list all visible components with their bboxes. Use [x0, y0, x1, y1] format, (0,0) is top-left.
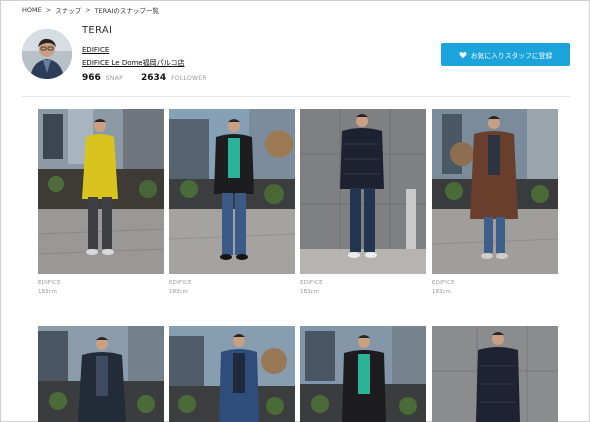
snap-height: 183cm: [300, 289, 319, 295]
profile-stats: 966 SNAP 2634 FOLLOWER: [82, 73, 207, 83]
snap-card[interactable]: EDIFICE 183cm: [300, 109, 426, 295]
snap-height: 183cm: [432, 289, 451, 295]
snap-card[interactable]: [432, 326, 558, 422]
heart-icon: [459, 51, 467, 58]
snap-photo[interactable]: [300, 326, 426, 422]
breadcrumb-separator: >: [85, 6, 91, 14]
snap-brand: EDIFICE: [169, 280, 192, 286]
shop-link[interactable]: EDIFICE Le Dome福岡パルコ店: [82, 58, 184, 68]
snap-photo[interactable]: [169, 326, 295, 422]
snap-count: 966: [82, 73, 101, 83]
snap-photo[interactable]: [300, 109, 426, 274]
snap-card[interactable]: [169, 326, 295, 422]
brand-link[interactable]: EDIFICE: [82, 46, 109, 54]
breadcrumb: HOME > スナップ > TERAIのスナップ一覧: [22, 5, 159, 15]
profile-info: TERAI EDIFICE EDIFICE Le Dome福岡パルコ店 966 …: [82, 25, 206, 83]
snap-brand: EDIFICE: [432, 280, 455, 286]
snap-card[interactable]: EDIFICE 183cm: [38, 109, 164, 295]
breadcrumb-current: TERAIのスナップ一覧: [94, 7, 159, 15]
breadcrumb-separator: >: [45, 6, 52, 14]
snap-card[interactable]: [38, 326, 164, 422]
snap-photo[interactable]: [432, 109, 558, 274]
favorite-button-label: お気に入りスタッフに登録: [470, 51, 553, 60]
follower-count: 2634: [141, 73, 167, 83]
avatar: [22, 29, 72, 79]
snap-photo[interactable]: [169, 109, 295, 274]
snap-photo[interactable]: [38, 109, 164, 274]
snap-brand: EDIFICE: [38, 280, 61, 286]
snap-label: SNAP: [105, 75, 124, 82]
snap-photo[interactable]: [38, 326, 164, 422]
staff-name: TERAI: [82, 25, 113, 36]
snap-height: 183cm: [38, 289, 57, 295]
favorite-staff-button[interactable]: お気に入りスタッフに登録: [441, 43, 570, 66]
snap-card[interactable]: EDIFICE 183cm: [169, 109, 295, 295]
snap-card[interactable]: [300, 326, 426, 422]
snap-photo[interactable]: [432, 326, 558, 422]
divider: [22, 96, 570, 97]
snap-card[interactable]: EDIFICE 183cm: [432, 109, 558, 295]
snap-brand: EDIFICE: [300, 280, 323, 286]
snap-height: 183cm: [169, 289, 188, 295]
follower-label: FOLLOWER: [171, 75, 207, 82]
breadcrumb-home[interactable]: HOME: [22, 6, 42, 14]
breadcrumb-snap[interactable]: スナップ: [55, 5, 81, 15]
